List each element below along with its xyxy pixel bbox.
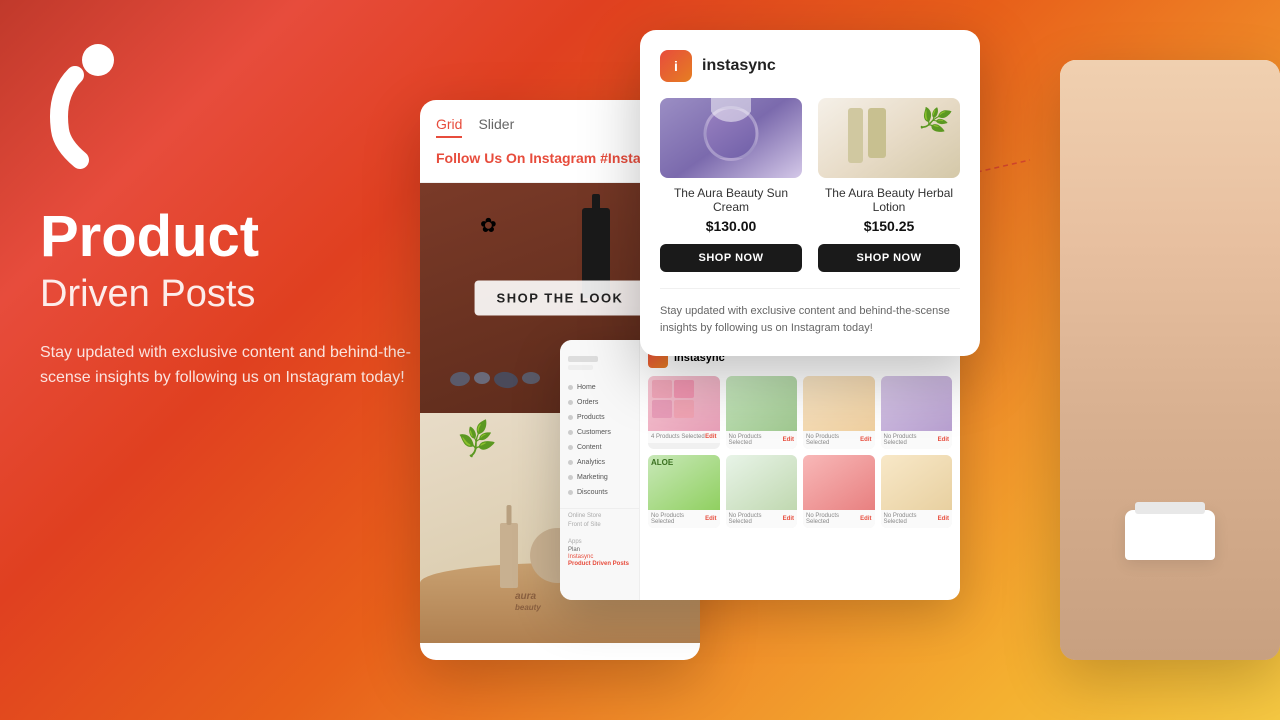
popup-product-2: 🌿 The Aura Beauty Herbal Lotion $150.25 … [818,98,960,272]
admin-grid-image-3 [803,376,875,431]
product-image-herbal-lotion: 🌿 [818,98,960,178]
admin-nav-discounts[interactable]: Discounts [560,485,639,500]
tab-grid[interactable]: Grid [436,116,462,138]
page-headline: Product [40,205,440,269]
skin-background [1060,60,1280,660]
admin-grid-item-3: No Products Selected Edit [803,376,875,449]
product-2-name: The Aura Beauty Herbal Lotion [818,186,960,214]
admin-grid-item-1: 4 Products Selected Edit [648,376,720,449]
admin-grid-item-6: No Products Selected Edit [726,455,798,528]
admin-nav-analytics[interactable]: Analytics [560,455,639,470]
popup-products: The Aura Beauty Sun Cream $130.00 SHOP N… [660,98,960,272]
admin-grid-item-4: No Products Selected Edit [881,376,953,449]
shop-the-look-button[interactable]: SHOP THE LOOK [475,281,646,316]
admin-main-area: instasync [640,340,960,600]
admin-grid-item-5: ALOE No Products Selected Edit [648,455,720,528]
admin-grid-footer-5: No Products Selected Edit [648,510,720,528]
admin-grid-footer-1: 4 Products Selected Edit [648,431,720,443]
admin-nav-marketing[interactable]: Marketing [560,470,639,485]
admin-grid-image-2 [726,376,798,431]
page-wrapper: Product Driven Posts Stay updated with e… [0,0,1280,720]
popup-app-name: instasync [702,57,776,75]
admin-grid-item-2: No Products Selected Edit [726,376,798,449]
admin-grid-image-7 [803,455,875,510]
admin-grid-footer-3: No Products Selected Edit [803,431,875,449]
admin-nav-home[interactable]: Home [560,380,639,395]
admin-grid-footer-6: No Products Selected Edit [726,510,798,528]
left-section: Product Driven Posts Stay updated with e… [40,40,440,391]
product-2-price: $150.25 [818,218,960,234]
flower-decoration: ✿ [480,213,497,238]
cream-product [1125,510,1215,560]
admin-grid-image-6 [726,455,798,510]
admin-grid-item-8: No Products Selected Edit [881,455,953,528]
right-skin-image [1060,60,1280,660]
admin-nav-products[interactable]: Products [560,410,639,425]
product-1-price: $130.00 [660,218,802,234]
admin-grid-footer-7: No Products Selected Edit [803,510,875,528]
stones [450,372,540,388]
admin-nav-customers[interactable]: Customers [560,425,639,440]
admin-sidebar: Home Orders Products Customers Content [560,340,640,600]
leaf-decoration-2: 🌿 [455,418,499,461]
product-2-shop-now[interactable]: SHOP NOW [818,244,960,272]
skin-gradient [1060,60,1280,660]
popup-logo-icon: i [660,50,692,82]
cards-area: Grid Slider Follow Us On Instagram #Inst… [420,0,1280,720]
admin-grid-footer-8: No Products Selected Edit [881,510,953,528]
product-1-shop-now[interactable]: SHOP NOW [660,244,802,272]
popup-footer: Stay updated with exclusive content and … [660,288,960,336]
page-description: Stay updated with exclusive content and … [40,340,420,391]
admin-grid-footer-2: No Products Selected Edit [726,431,798,449]
popup-header: i instasync [660,50,960,82]
admin-grid-footer-4: No Products Selected Edit [881,431,953,449]
admin-grid-image-5: ALOE [648,455,720,510]
aura-brand-text: aurabeauty [515,591,541,613]
bottle-cap [592,194,600,210]
admin-panel-card: Home Orders Products Customers Content [560,340,960,600]
dropper-bottle [500,523,518,588]
popup-product-1: The Aura Beauty Sun Cream $130.00 SHOP N… [660,98,802,272]
product-image-sun-cream [660,98,802,178]
admin-grid-item-7: No Products Selected Edit [803,455,875,528]
popup-card: i instasync The Aura Beauty Sun Cream $1… [640,30,980,356]
instasync-logo [40,40,120,170]
admin-nav-content[interactable]: Content [560,440,639,455]
tab-slider[interactable]: Slider [478,116,514,138]
product-1-name: The Aura Beauty Sun Cream [660,186,802,214]
admin-grid-image-4 [881,376,953,431]
admin-product-grid-bottom: ALOE No Products Selected Edit [648,455,952,528]
admin-nav-orders[interactable]: Orders [560,395,639,410]
admin-grid-image-1 [648,376,720,431]
page-subheadline: Driven Posts [40,273,440,316]
admin-product-grid-top: 4 Products Selected Edit No Products Sel… [648,376,952,449]
admin-grid-image-8 [881,455,953,510]
